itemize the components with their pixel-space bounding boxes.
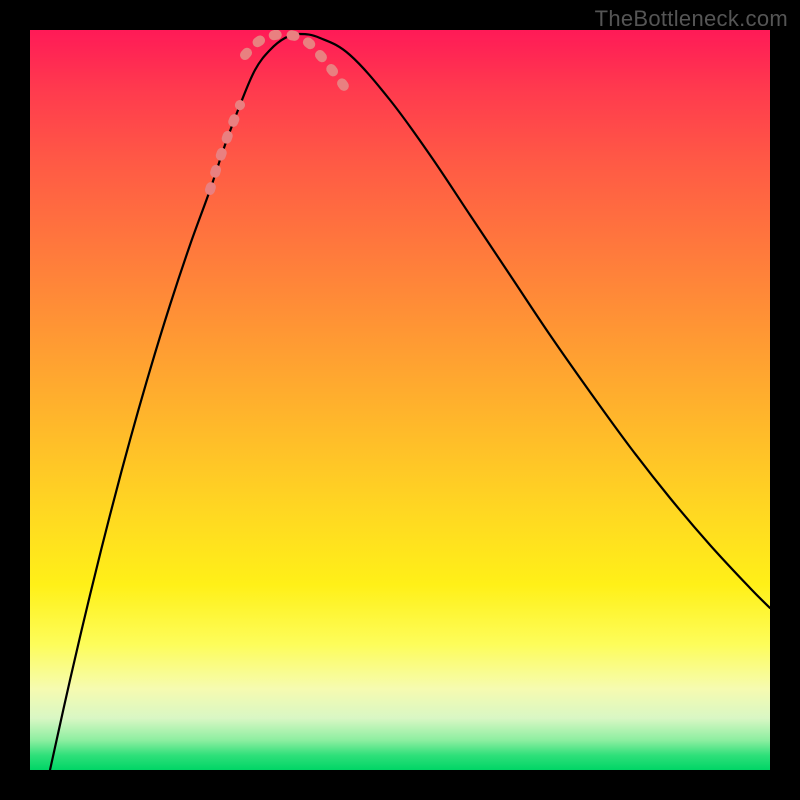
highlight-bottom bbox=[245, 34, 315, 55]
bottleneck-curve bbox=[50, 34, 770, 770]
highlight-right bbox=[320, 55, 350, 94]
curve-svg bbox=[30, 30, 770, 770]
watermark-text: TheBottleneck.com bbox=[595, 6, 788, 32]
chart-frame: TheBottleneck.com bbox=[0, 0, 800, 800]
plot-area bbox=[30, 30, 770, 770]
